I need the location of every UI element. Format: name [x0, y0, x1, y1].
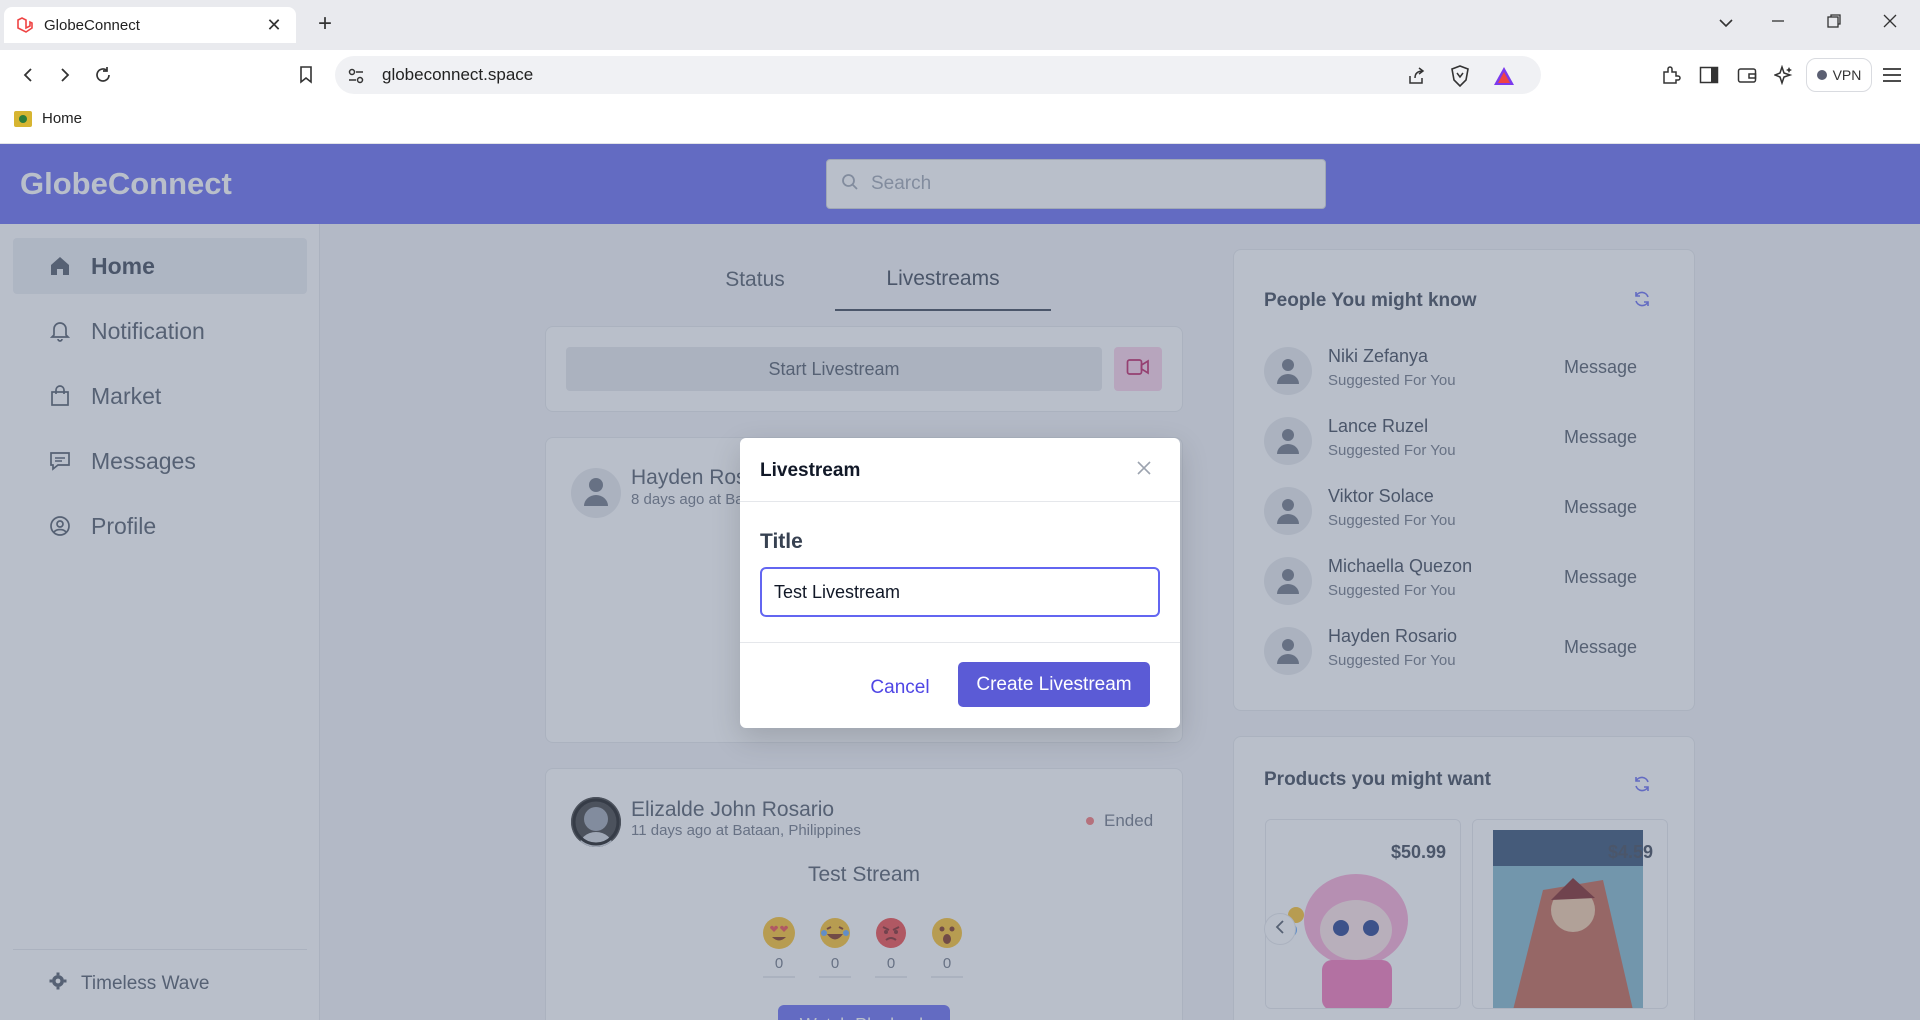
laravel-favicon-icon: [16, 16, 34, 34]
restore-icon[interactable]: [1822, 12, 1846, 33]
minimize-icon[interactable]: [1766, 12, 1790, 33]
tab-close-icon[interactable]: ✕: [264, 15, 284, 36]
brave-rewards-icon[interactable]: [1493, 65, 1515, 87]
menu-icon[interactable]: [1880, 63, 1904, 87]
dialog-footer: Cancel Create Livestream: [740, 642, 1180, 728]
dialog-header: Livestream: [740, 438, 1180, 502]
leo-ai-icon[interactable]: [1772, 63, 1796, 87]
close-window-icon[interactable]: [1878, 12, 1902, 33]
cancel-button[interactable]: Cancel: [860, 667, 940, 709]
browser-toolbar: globeconnect.space VPN: [0, 50, 1920, 100]
bookmarks-bar: Home: [0, 100, 1920, 144]
reload-icon[interactable]: [90, 62, 116, 88]
new-tab-icon[interactable]: +: [312, 10, 338, 38]
site-settings-icon[interactable]: [345, 65, 367, 87]
bookmark-icon[interactable]: [293, 62, 319, 88]
sidebar-toggle-icon[interactable]: [1697, 63, 1721, 87]
address-bar[interactable]: globeconnect.space: [335, 56, 1541, 94]
extensions-icon[interactable]: [1659, 63, 1683, 87]
create-livestream-button[interactable]: Create Livestream: [958, 662, 1150, 707]
tab-search-chevron-icon[interactable]: [1714, 12, 1738, 33]
brave-shield-icon[interactable]: [1449, 65, 1471, 87]
vpn-button[interactable]: VPN: [1806, 58, 1872, 92]
share-icon[interactable]: [1406, 65, 1428, 87]
bookmark-home[interactable]: Home: [14, 110, 82, 127]
close-icon[interactable]: [1132, 456, 1156, 480]
title-field-label: Title: [760, 530, 803, 553]
forward-icon[interactable]: [52, 62, 78, 88]
bookmark-folder-icon: [14, 110, 32, 127]
bookmark-label: Home: [42, 110, 83, 127]
browser-tab[interactable]: GlobeConnect ✕: [4, 7, 296, 43]
title-input[interactable]: [760, 567, 1160, 617]
browser-tabbar: GlobeConnect ✕ +: [0, 0, 1920, 50]
livestream-dialog: Livestream Title Cancel Create Livestrea…: [740, 438, 1180, 728]
url-text: globeconnect.space: [382, 65, 534, 84]
dialog-title: Livestream: [760, 460, 861, 481]
vpn-label: VPN: [1832, 67, 1862, 83]
tab-title: GlobeConnect: [44, 16, 140, 34]
vpn-status-icon: [1816, 70, 1827, 80]
wallet-icon[interactable]: [1735, 63, 1759, 87]
back-icon[interactable]: [15, 62, 41, 88]
